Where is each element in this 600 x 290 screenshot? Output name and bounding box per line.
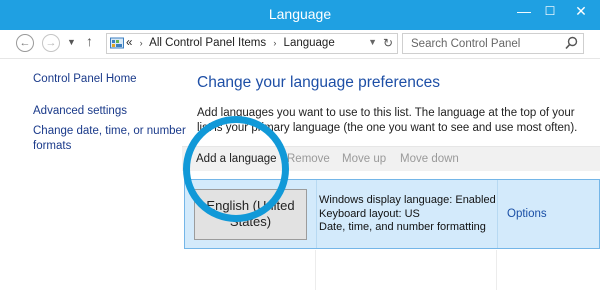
control-panel-home-link[interactable]: Control Panel Home [33,72,137,87]
minimize-button[interactable]: — [512,0,536,22]
column-divider [316,180,317,248]
language-toolbar: Add a language Remove Move up Move down [182,146,600,171]
recent-pages-button[interactable]: ▼ [67,37,76,47]
change-date-time-link[interactable]: Change date, time, or number [33,124,186,139]
column-divider [497,180,498,248]
column-divider [315,250,316,290]
address-bar[interactable]: « › All Control Panel Items › Language ▼… [106,33,398,54]
breadcrumb-language[interactable]: Language [284,37,335,49]
language-name: English (United States) [206,198,295,229]
maximize-button[interactable]: ☐ [538,0,562,22]
search-input[interactable] [403,34,566,53]
change-date-time-link-cont[interactable]: formats [33,139,71,154]
up-button[interactable]: ↑ [86,33,93,49]
forward-arrow-icon: → [45,37,57,49]
window-title: Language [268,6,332,22]
breadcrumb-separator[interactable]: › [269,38,280,48]
language-details: Windows display language: Enabled Keyboa… [319,194,496,235]
move-down-button[interactable]: Move down [400,153,459,165]
back-arrow-icon: ← [19,37,31,49]
advanced-settings-link[interactable]: Advanced settings [33,104,127,119]
back-button[interactable]: ← [16,34,34,52]
title-bar: Language — ☐ ✕ [0,0,600,30]
language-button[interactable]: English (United States) [194,189,307,240]
search-icon[interactable] [565,36,578,50]
navigation-bar: ← → ▼ ↑ « › All Control Panel Items › La… [0,30,600,59]
page-description: Add languages you want to use to this li… [197,107,578,134]
breadcrumb-overflow[interactable]: « [126,37,132,49]
control-panel-icon [110,37,124,49]
language-row[interactable]: English (United States) Windows display … [184,179,600,249]
up-arrow-icon: ↑ [86,33,93,49]
language-window: Language — ☐ ✕ ← → ▼ ↑ « › All Control P… [0,0,600,290]
options-link[interactable]: Options [507,208,547,220]
close-button[interactable]: ✕ [566,0,596,22]
remove-button[interactable]: Remove [287,153,330,165]
formatting-status: Date, time, and number formatting [319,221,486,233]
keyboard-layout: Keyboard layout: US [319,207,420,220]
left-pane [0,58,182,290]
chevron-down-icon: ▼ [67,37,76,47]
breadcrumb: « › All Control Panel Items › Language [126,37,335,49]
add-language-button[interactable]: Add a language [196,153,277,165]
forward-button[interactable]: → [42,34,60,52]
breadcrumb-all-items[interactable]: All Control Panel Items [149,37,266,49]
display-language-status: Windows display language: Enabled [319,194,496,206]
refresh-icon[interactable]: ↻ [383,36,393,50]
search-box[interactable] [402,33,584,54]
page-title: Change your language preferences [197,74,441,91]
address-dropdown-icon[interactable]: ▼ [368,37,377,47]
move-up-button[interactable]: Move up [342,153,386,165]
column-divider [496,250,497,290]
breadcrumb-separator[interactable]: › [136,38,147,48]
